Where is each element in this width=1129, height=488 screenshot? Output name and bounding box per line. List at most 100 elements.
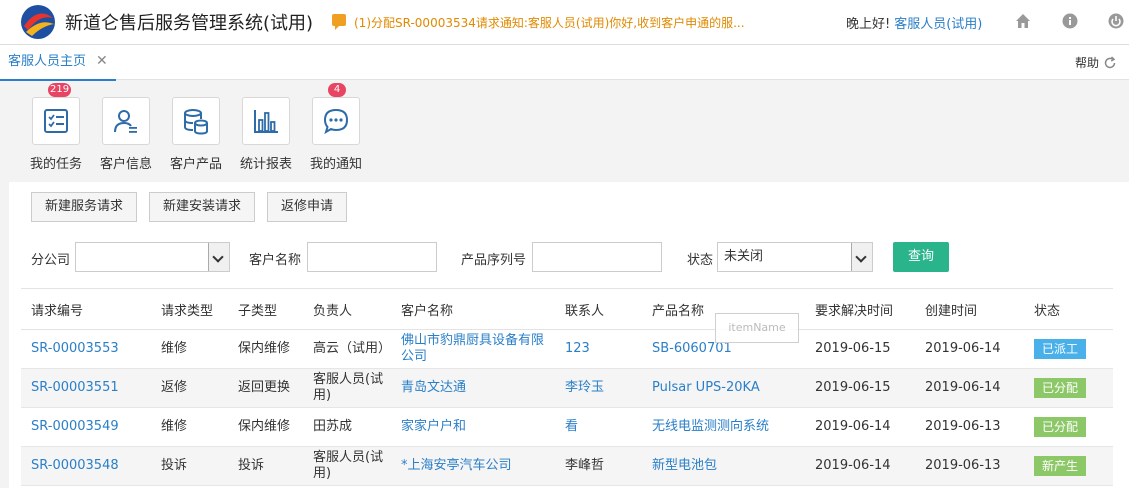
chat-bubble-icon bbox=[323, 108, 349, 135]
table-row[interactable]: SR-00003551 返修 返回更换 客服人员(试用) 青岛文达通 李玲玉 P… bbox=[21, 368, 1113, 408]
new-service-request-button[interactable]: 新建服务请求 bbox=[31, 192, 138, 222]
column-header[interactable]: 联系人 bbox=[555, 288, 642, 330]
message-icon[interactable] bbox=[332, 14, 346, 30]
shortcut-my-tasks[interactable]: 219 我的任务 bbox=[21, 83, 91, 172]
shortcut-notifications[interactable]: 4 我的通知 bbox=[301, 83, 371, 172]
table-row[interactable]: SR-00003553 维修 保内维修 高云（试用） 佛山市豹鼎厨具设备有限公司… bbox=[21, 329, 1113, 369]
column-header[interactable]: 状态 bbox=[1024, 288, 1113, 330]
query-button[interactable]: 查询 bbox=[893, 242, 949, 272]
column-header[interactable]: 创建时间 bbox=[915, 288, 1024, 330]
column-header[interactable]: 子类型 bbox=[228, 288, 303, 330]
bar-chart-icon bbox=[254, 110, 278, 133]
shortcut-notifications-box[interactable]: 4 bbox=[312, 83, 360, 145]
column-header[interactable]: 请求类型 bbox=[151, 288, 228, 330]
shortcut-bar: 219 我的任务 客户信息 客户产品 统计报表 4 我的通知 bbox=[0, 80, 1129, 180]
shortcut-customer-products-box[interactable] bbox=[172, 97, 220, 145]
customer-name-link[interactable]: 家家户户和 bbox=[391, 407, 555, 447]
request-id-link[interactable]: SR-00003548 bbox=[21, 446, 151, 486]
shortcut-my-tasks-label: 我的任务 bbox=[29, 157, 82, 172]
shortcut-customer-products[interactable]: 客户产品 bbox=[161, 97, 231, 172]
column-header[interactable]: 要求解决时间 bbox=[805, 288, 915, 330]
shortcut-customer-products-label: 客户产品 bbox=[169, 157, 222, 172]
status-cell: 已分配 bbox=[1024, 368, 1113, 408]
created-date: 2019-06-13 bbox=[915, 446, 1024, 486]
home-icon[interactable] bbox=[1015, 13, 1031, 29]
task-count-badge: 219 bbox=[48, 83, 72, 97]
request-type: 返修 bbox=[151, 368, 228, 408]
app-logo-icon bbox=[21, 5, 55, 39]
product-name-link[interactable]: 无线电监测测向系统 bbox=[642, 407, 805, 447]
service-request-table: 请求编号 请求类型 子类型 负责人 客户名称 联系人 产品名称 要求解决时间 创… bbox=[21, 288, 1113, 486]
shortcut-customer-info-label: 客户信息 bbox=[99, 157, 152, 172]
database-icon bbox=[184, 109, 208, 135]
close-icon[interactable]: ✕ bbox=[96, 53, 108, 69]
table-header: 请求编号 请求类型 子类型 负责人 客户名称 联系人 产品名称 要求解决时间 创… bbox=[21, 288, 1113, 330]
request-type: 投诉 bbox=[151, 446, 228, 486]
shortcut-reports[interactable]: 统计报表 bbox=[231, 97, 301, 172]
contact-name: 李峰哲 bbox=[555, 446, 642, 486]
task-list-icon bbox=[44, 109, 68, 133]
contact-link[interactable]: 李玲玉 bbox=[555, 368, 642, 408]
branch-label: 分公司 bbox=[31, 253, 71, 268]
user-name-link[interactable]: 客服人员(试用) bbox=[894, 17, 982, 32]
customer-info-icon bbox=[114, 110, 137, 133]
repair-request-button[interactable]: 返修申请 bbox=[267, 192, 348, 222]
shortcut-customer-info[interactable]: 客户信息 bbox=[91, 97, 161, 172]
column-header[interactable]: 请求编号 bbox=[21, 288, 151, 330]
chevron-down-icon[interactable] bbox=[208, 243, 229, 271]
serial-number-label: 产品序列号 bbox=[461, 253, 527, 268]
sub-type: 返回更换 bbox=[228, 368, 303, 408]
shortcut-customer-info-box[interactable] bbox=[102, 97, 150, 145]
table-row[interactable]: SR-00003549 维修 保内维修 田苏成 家家户户和 看 无线电监测测向系… bbox=[21, 407, 1113, 447]
customer-name-link[interactable]: 青岛文达通 bbox=[391, 368, 555, 408]
info-icon[interactable] bbox=[1062, 13, 1078, 29]
request-id-link[interactable]: SR-00003551 bbox=[21, 368, 151, 408]
tab-home[interactable]: 客服人员主页 ✕ bbox=[0, 45, 116, 81]
created-date: 2019-06-13 bbox=[915, 407, 1024, 447]
greeting-text: 晚上好! bbox=[846, 17, 891, 32]
customer-name-link[interactable]: *上海安亭汽车公司 bbox=[391, 446, 555, 486]
top-header: 新道仑售后服务管理系统(试用) (1)分配SR-00003534请求通知:客服人… bbox=[0, 0, 1129, 45]
serial-number-input[interactable] bbox=[532, 242, 662, 272]
sub-type: 投诉 bbox=[228, 446, 303, 486]
created-date: 2019-06-14 bbox=[915, 329, 1024, 369]
sub-type: 保内维修 bbox=[228, 329, 303, 369]
table-row[interactable]: SR-00003548 投诉 投诉 客服人员(试用) *上海安亭汽车公司 李峰哲… bbox=[21, 446, 1113, 486]
status-select[interactable]: 未关闭 bbox=[717, 242, 873, 272]
column-header[interactable]: 负责人 bbox=[303, 288, 391, 330]
created-date: 2019-06-14 bbox=[915, 368, 1024, 408]
due-date: 2019-06-14 bbox=[805, 407, 915, 447]
customer-name-input[interactable] bbox=[307, 242, 437, 272]
greeting: 晚上好! 客服人员(试用) bbox=[846, 13, 982, 32]
refresh-icon[interactable] bbox=[1103, 56, 1117, 70]
contact-link[interactable]: 看 bbox=[555, 407, 642, 447]
request-id-link[interactable]: SR-00003553 bbox=[21, 329, 151, 369]
status-badge: 已分配 bbox=[1034, 417, 1087, 437]
owner: 高云（试用） bbox=[303, 329, 391, 369]
shortcut-reports-box[interactable] bbox=[242, 97, 290, 145]
notice-marquee[interactable]: (1)分配SR-00003534请求通知:客服人员(试用)你好,收到客户申通的服… bbox=[354, 14, 745, 31]
product-name-link[interactable]: Pulsar UPS-20KA bbox=[642, 368, 805, 408]
product-name-link[interactable]: 新型电池包 bbox=[642, 446, 805, 486]
app-title: 新道仑售后服务管理系统(试用) bbox=[65, 13, 314, 34]
notification-count-badge: 4 bbox=[328, 83, 346, 97]
request-type: 维修 bbox=[151, 329, 228, 369]
new-install-request-button[interactable]: 新建安装请求 bbox=[149, 192, 256, 222]
chevron-down-icon[interactable] bbox=[851, 243, 872, 271]
drag-ghost: itemName bbox=[715, 313, 799, 343]
status-badge: 已派工 bbox=[1034, 339, 1087, 359]
branch-select[interactable] bbox=[75, 242, 230, 272]
power-icon[interactable] bbox=[1108, 13, 1124, 29]
shortcut-my-tasks-box[interactable]: 219 bbox=[32, 83, 80, 145]
owner: 客服人员(试用) bbox=[303, 368, 391, 408]
owner: 客服人员(试用) bbox=[303, 446, 391, 486]
request-id-link[interactable]: SR-00003549 bbox=[21, 407, 151, 447]
customer-name-link[interactable]: 佛山市豹鼎厨具设备有限公司 bbox=[391, 329, 555, 369]
status-label: 状态 bbox=[687, 253, 714, 268]
status-badge: 已分配 bbox=[1034, 378, 1087, 398]
help-link[interactable]: 帮助 bbox=[1075, 54, 1117, 71]
contact-link[interactable]: 123 bbox=[555, 329, 642, 369]
owner: 田苏成 bbox=[303, 407, 391, 447]
request-type: 维修 bbox=[151, 407, 228, 447]
column-header[interactable]: 客户名称 bbox=[391, 288, 555, 330]
